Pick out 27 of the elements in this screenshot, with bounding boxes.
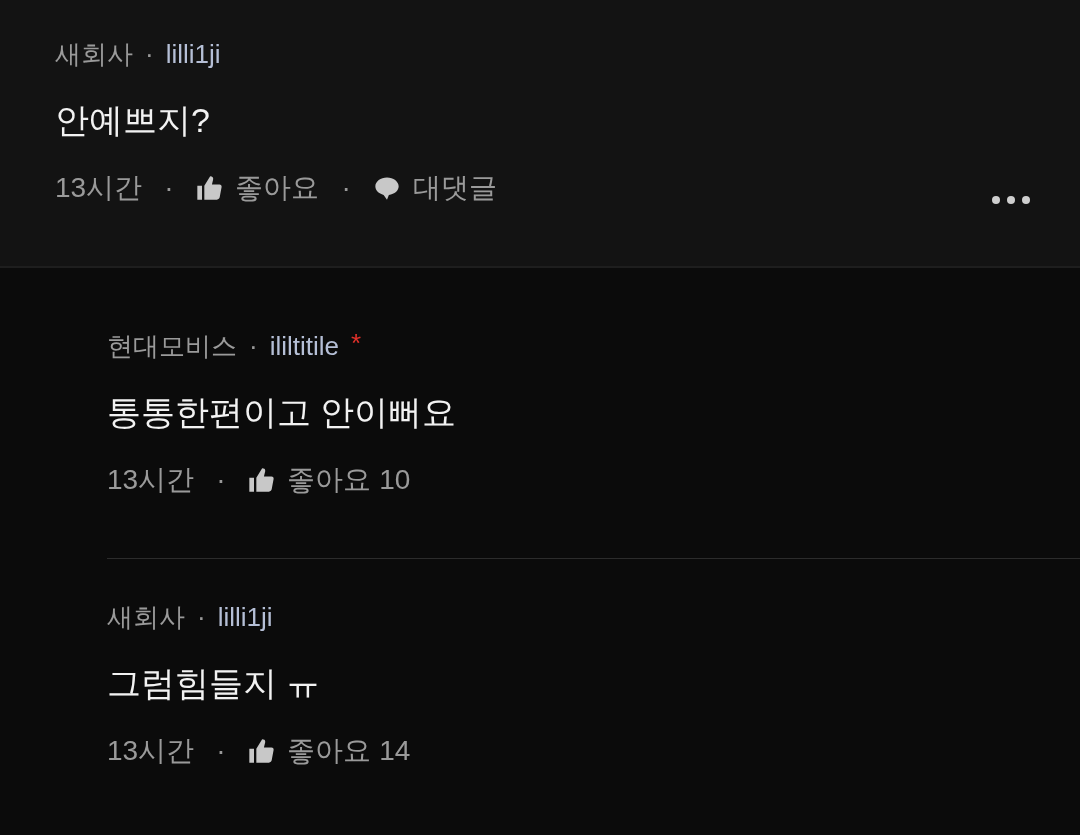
thumbs-up-icon xyxy=(247,466,276,494)
separator-dot: · xyxy=(215,464,227,496)
timestamp: 13시간 xyxy=(107,463,195,497)
username: lilli1ji xyxy=(165,38,221,70)
badge-mark: * xyxy=(351,328,362,359)
like-button[interactable]: 좋아요 xyxy=(195,169,320,207)
separator-dot: · xyxy=(163,172,175,204)
author-name: 새회사 xyxy=(55,37,133,71)
author-name: 새회사 xyxy=(107,600,185,634)
author-name: 현대모비스 xyxy=(107,329,237,363)
like-button[interactable]: 좋아요 14 xyxy=(247,732,411,770)
separator-dot: · xyxy=(144,38,155,70)
comment-text: 안예쁘지? xyxy=(55,100,211,141)
reply-button[interactable]: 대댓글 xyxy=(372,169,497,207)
comment-text: 그럼힘들지 ㅠ xyxy=(107,663,322,704)
thumbs-up-icon xyxy=(247,737,276,765)
username: ililtitile xyxy=(269,330,339,362)
separator-dot: · xyxy=(215,735,227,767)
comment-text: 통통한편이고 안이뻐요 xyxy=(107,392,458,433)
username: lilli1ji xyxy=(217,601,273,633)
timestamp: 13시간 xyxy=(107,734,195,768)
timestamp: 13시간 xyxy=(55,171,143,205)
separator-dot: · xyxy=(248,330,259,362)
separator-dot: · xyxy=(340,172,352,204)
thumbs-up-icon xyxy=(195,174,224,202)
like-button[interactable]: 좋아요 10 xyxy=(247,461,411,499)
separator-dot: · xyxy=(196,601,207,633)
